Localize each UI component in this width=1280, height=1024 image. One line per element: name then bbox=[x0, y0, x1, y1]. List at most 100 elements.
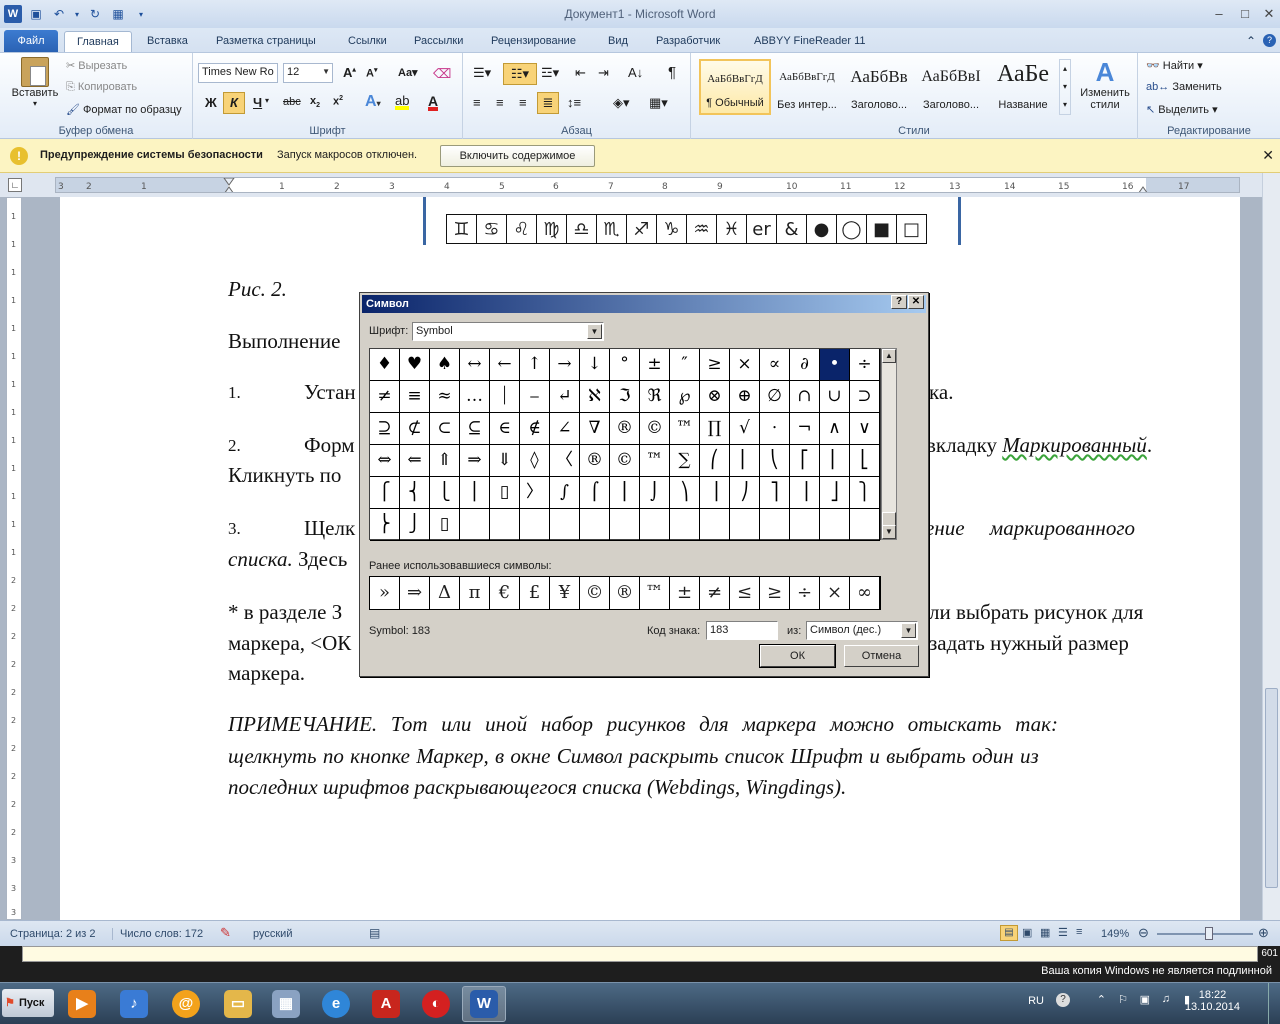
symbol-cell[interactable]: ∠ bbox=[550, 413, 580, 445]
superscript-button[interactable]: x2 bbox=[333, 95, 343, 108]
symbol-cell[interactable] bbox=[850, 509, 880, 541]
ie-button[interactable]: e bbox=[314, 986, 358, 1022]
volume-icon[interactable]: ♫ bbox=[1162, 993, 1170, 1005]
symbol-cell[interactable]: ° bbox=[610, 349, 640, 381]
symbol-cell[interactable] bbox=[610, 509, 640, 541]
symbol-cell[interactable]: ⊂ bbox=[430, 413, 460, 445]
recent-symbol-cell[interactable]: π bbox=[460, 577, 490, 609]
style-heading2[interactable]: АаБбВвІ Заголово... bbox=[915, 59, 987, 115]
symbol-cell[interactable]: ↑ bbox=[520, 349, 550, 381]
symbol-cell[interactable]: ⊇ bbox=[370, 413, 400, 445]
full-screen-icon[interactable]: ▣ bbox=[1022, 926, 1032, 939]
word-taskbar-button[interactable]: W bbox=[462, 986, 506, 1022]
symbol-cell[interactable]: ⎠ bbox=[730, 477, 760, 509]
recent-symbol-cell[interactable]: Δ bbox=[430, 577, 460, 609]
symbol-cell[interactable]: ℵ bbox=[580, 381, 610, 413]
symbol-cell[interactable]: ∇ bbox=[580, 413, 610, 445]
symbol-cell[interactable]: ® bbox=[580, 445, 610, 477]
symbol-cell[interactable]: × bbox=[730, 349, 760, 381]
symbol-cell[interactable]: ⎨ bbox=[400, 477, 430, 509]
clear-formatting-icon[interactable]: ⌫ bbox=[433, 66, 451, 82]
symbol-cell[interactable]: ↵ bbox=[550, 381, 580, 413]
clock[interactable]: 18:22 13.10.2014 bbox=[1185, 989, 1240, 1013]
strikethrough-button[interactable]: abc bbox=[283, 96, 301, 108]
change-styles-button[interactable]: A Изменить стили bbox=[1075, 57, 1135, 111]
increase-indent-icon[interactable]: ⇥ bbox=[598, 65, 609, 81]
scrollbar-thumb[interactable] bbox=[1265, 688, 1278, 888]
symbol-cell[interactable]: ⎣ bbox=[850, 445, 880, 477]
symbol-cell[interactable]: ⎩ bbox=[430, 477, 460, 509]
highlight-icon[interactable]: ab bbox=[395, 93, 410, 110]
media-player-button[interactable]: ▶ bbox=[60, 986, 104, 1022]
symbol-cell[interactable]: ↔ bbox=[460, 349, 490, 381]
tab-references[interactable]: Ссылки bbox=[348, 31, 387, 52]
decrease-indent-icon[interactable]: ⇤ bbox=[575, 65, 586, 81]
symbol-cell[interactable]: ≥ bbox=[700, 349, 730, 381]
show-marks-icon[interactable]: ¶ bbox=[668, 64, 676, 81]
symbol-cell[interactable]: ∧ bbox=[820, 413, 850, 445]
symbol-cell[interactable] bbox=[550, 509, 580, 541]
bullets-icon[interactable]: ☰▾ bbox=[473, 65, 491, 81]
symbol-cell[interactable]: ∅ bbox=[760, 381, 790, 413]
italic-button[interactable]: К bbox=[223, 92, 245, 114]
symbol-cell[interactable]: ″ bbox=[670, 349, 700, 381]
cancel-button[interactable]: Отмена bbox=[844, 645, 919, 667]
font-family-combo[interactable]: Times New Ro bbox=[198, 63, 278, 83]
symbol-cell[interactable]: ⎭ bbox=[400, 509, 430, 541]
symbol-cell[interactable]: ≈ bbox=[430, 381, 460, 413]
symbol-cell[interactable]: ® bbox=[610, 413, 640, 445]
symbol-cell[interactable]: ⌠ bbox=[580, 477, 610, 509]
tab-page-layout[interactable]: Разметка страницы bbox=[216, 31, 316, 52]
font-size-combo[interactable]: 12 ▼ bbox=[283, 63, 333, 83]
macro-icon[interactable]: ▤ bbox=[369, 926, 380, 940]
symbol-cell[interactable]: ∂ bbox=[790, 349, 820, 381]
symbol-cell[interactable]: ∏ bbox=[700, 413, 730, 445]
close-button[interactable]: ✕ bbox=[1256, 6, 1280, 22]
symbol-cell[interactable]: ▯ bbox=[490, 477, 520, 509]
status-language[interactable]: русский bbox=[253, 928, 292, 940]
web-layout-icon[interactable]: ▦ bbox=[1040, 926, 1050, 939]
acrobat-button[interactable]: A bbox=[364, 986, 408, 1022]
tab-view[interactable]: Вид bbox=[608, 31, 628, 52]
mail-ru-button[interactable]: @ bbox=[164, 986, 208, 1022]
symbol-cell[interactable]: ⋅ bbox=[760, 413, 790, 445]
recent-symbol-cell[interactable]: ± bbox=[670, 577, 700, 609]
numbering-icon[interactable]: ☷▾ bbox=[503, 63, 537, 85]
font-color-icon[interactable]: A bbox=[428, 93, 439, 111]
text-effects-icon[interactable]: A▾ bbox=[365, 93, 381, 111]
tab-review[interactable]: Рецензирование bbox=[491, 31, 576, 52]
start-button[interactable]: ⚑ Пуск bbox=[2, 989, 54, 1017]
ok-button[interactable]: ОК bbox=[759, 644, 836, 668]
underline-dropdown-icon[interactable]: ▾ bbox=[265, 96, 269, 105]
style-normal[interactable]: АаБбВвГгД ¶ Обычный bbox=[699, 59, 771, 115]
recent-symbol-cell[interactable]: ® bbox=[610, 577, 640, 609]
show-hidden-icon[interactable]: ⌃ bbox=[1097, 993, 1106, 1006]
outline-icon[interactable]: ☰ bbox=[1058, 926, 1068, 939]
paste-dropdown-icon[interactable]: ▾ bbox=[10, 99, 60, 108]
volume-app-button[interactable]: ♪ bbox=[112, 986, 156, 1022]
symbol-cell[interactable]: ⎮ bbox=[610, 477, 640, 509]
symbol-cell[interactable]: … bbox=[460, 381, 490, 413]
symbol-cell[interactable]: ⊃ bbox=[850, 381, 880, 413]
symbol-cell[interactable]: √ bbox=[730, 413, 760, 445]
tab-file[interactable]: Файл bbox=[4, 30, 58, 52]
symbol-cell[interactable]: © bbox=[610, 445, 640, 477]
symbol-cell[interactable]: ≠ bbox=[370, 381, 400, 413]
grow-font-icon[interactable]: A▴ bbox=[343, 65, 356, 80]
tab-home[interactable]: Главная bbox=[64, 31, 132, 52]
symbol-cell[interactable] bbox=[490, 509, 520, 541]
symbol-cell[interactable]: ⌡ bbox=[640, 477, 670, 509]
tab-abbyy[interactable]: ABBYY FineReader 11 bbox=[754, 31, 866, 52]
encoding-select[interactable]: Символ (дес.) ▼ bbox=[806, 621, 918, 640]
shading-icon[interactable]: ◈▾ bbox=[613, 95, 630, 111]
abbyy-button[interactable]: ◐ bbox=[414, 986, 458, 1022]
help-icon[interactable]: ? bbox=[1263, 34, 1276, 47]
copy-button[interactable]: ⎘ Копировать bbox=[66, 81, 137, 94]
symbol-cell[interactable]: ∩ bbox=[790, 381, 820, 413]
symbol-cell[interactable]: ∪ bbox=[820, 381, 850, 413]
vertical-scrollbar[interactable]: ▾ bbox=[1262, 173, 1280, 920]
recent-symbol-cell[interactable]: ÷ bbox=[790, 577, 820, 609]
close-icon[interactable]: ✕ bbox=[908, 295, 924, 309]
symbol-cell[interactable] bbox=[670, 509, 700, 541]
symbol-cell[interactable]: ⊗ bbox=[700, 381, 730, 413]
